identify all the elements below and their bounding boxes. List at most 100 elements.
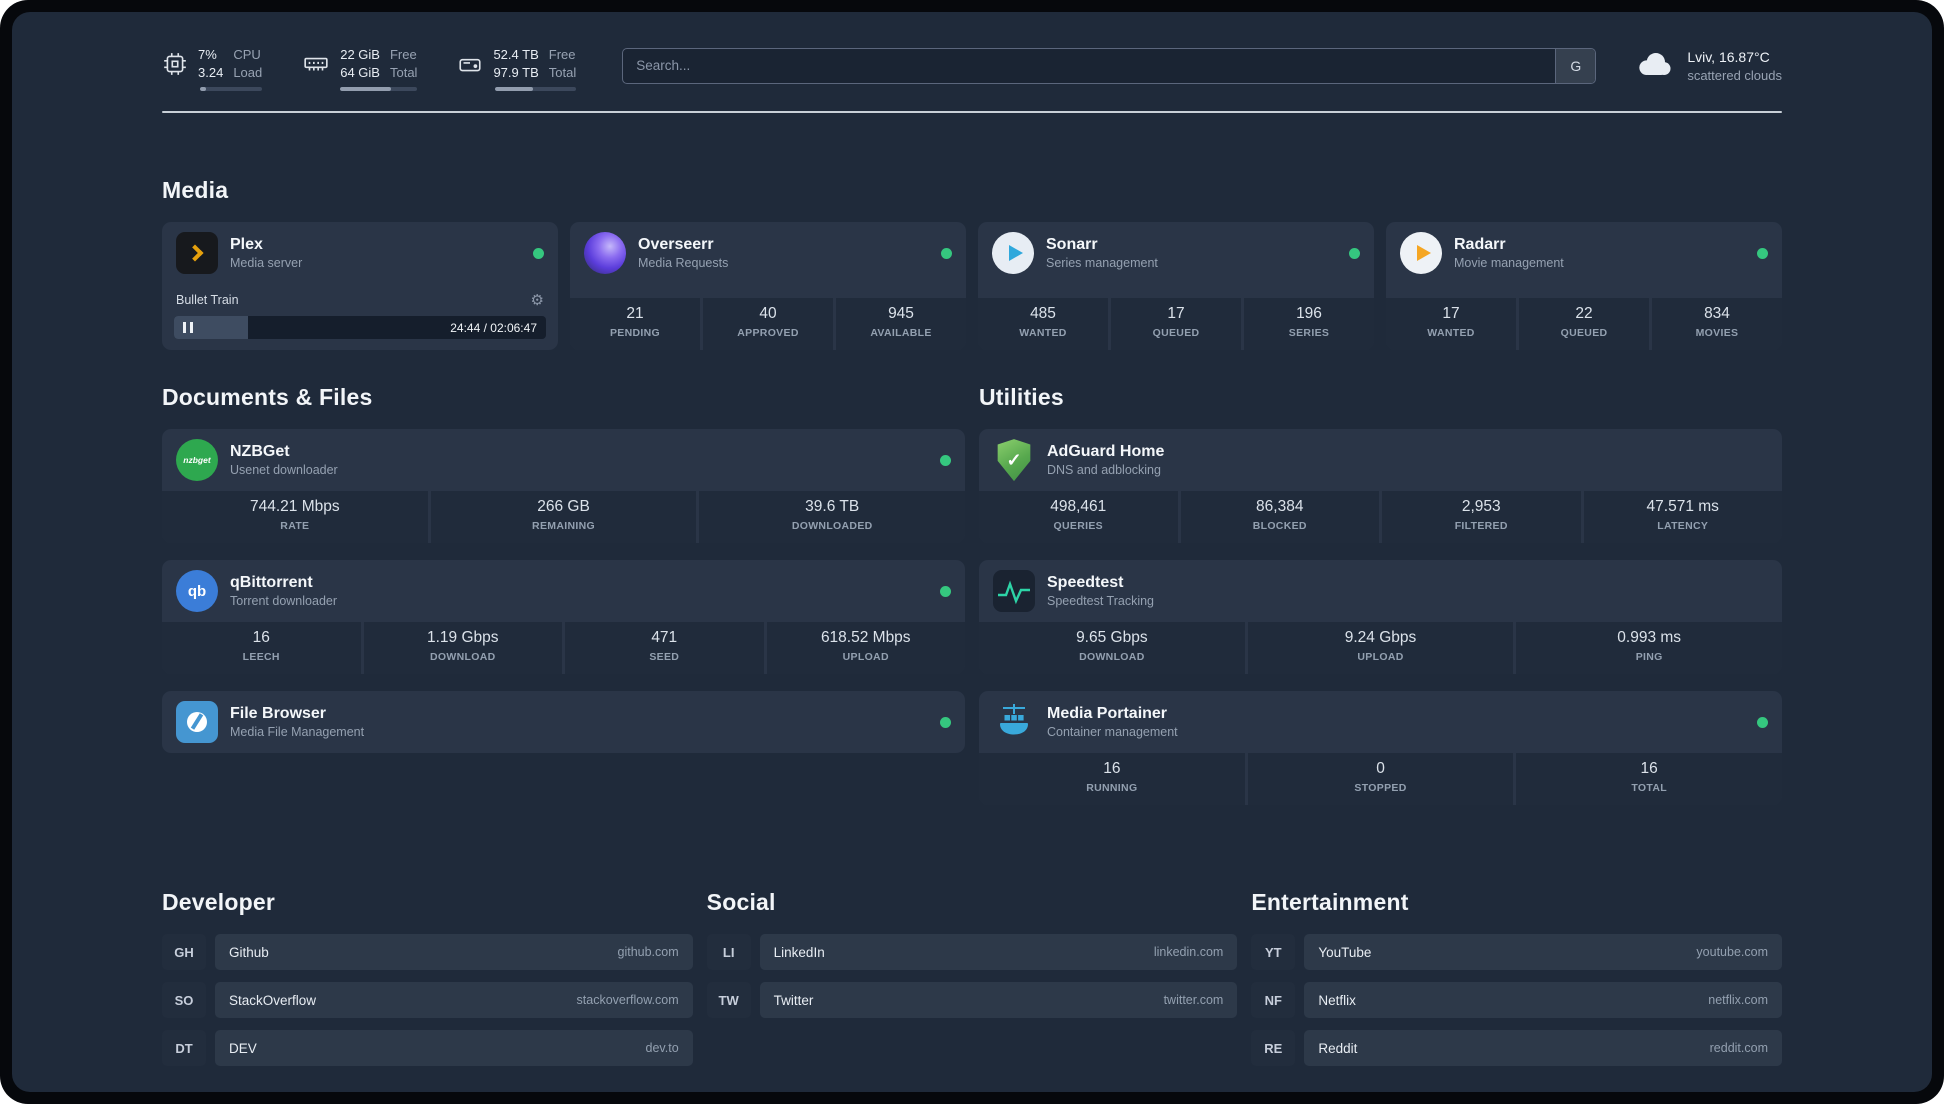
bookmark-name: Twitter [773,992,814,1008]
bookmark-reddit[interactable]: RE Reddit reddit.com [1251,1030,1782,1067]
cpu-chip-icon [162,51,188,77]
service-description: Media Requests [638,256,729,271]
bookmark-linkedin[interactable]: LI LinkedIn linkedin.com [706,934,1238,971]
stat-value: 17 [1442,305,1460,323]
stat-value: 9.24 Gbps [1344,629,1417,647]
cpu-label: CPU [233,47,261,62]
pause-icon[interactable] [183,322,193,334]
bookmark-domain: twitter.com [1163,993,1224,1008]
stat: 0.993 ms PING [1516,622,1782,675]
stat: 945 AVAILABLE [836,298,966,351]
section-title-entertainment: Entertainment [1251,889,1409,916]
stat: 17 WANTED [1386,298,1516,351]
stat-label: DOWNLOAD [429,651,496,664]
service-name: Sonarr [1046,235,1098,253]
stat: 0 STOPPED [1247,753,1514,806]
stat-value: 485 [1030,305,1056,323]
stat-label: SEED [649,651,680,664]
weather-condition: scattered clouds [1687,68,1782,84]
service-link-filebrowser[interactable]: File Browser Media File Management [162,691,965,753]
disk-label: Free [548,47,576,62]
stat-value: 498,461 [1050,498,1107,516]
bookmark-link[interactable]: Twitter twitter.com [759,982,1238,1019]
bookmark-stackoverflow[interactable]: SO StackOverflow stackoverflow.com [162,982,693,1019]
gear-icon[interactable]: ⚙ [531,291,544,309]
memory-label: Free [389,47,417,62]
search-input[interactable] [623,48,1556,83]
service-name: File Browser [230,704,327,722]
section-title-utilities: Utilities [979,384,1064,411]
search-provider-button[interactable]: G [1555,48,1596,83]
service-name: Overseerr [638,235,714,253]
stat: 21 PENDING [570,298,700,351]
bookmark-group-social: Social LI LinkedIn linkedin.com TW Twitt… [706,889,1238,1066]
stat: 9.65 Gbps DOWNLOAD [979,622,1245,675]
stat: 1.19 Gbps DOWNLOAD [363,622,562,675]
bookmark-link[interactable]: Github github.com [215,934,693,971]
status-indicator [941,247,952,259]
stat-label: DOWNLOAD [1079,651,1145,664]
service-card-adguard: ✓ AdGuard Home DNS and adblocking 498,46… [979,429,1782,544]
bookmark-abbr: NF [1251,982,1296,1019]
playback-progress-bar[interactable]: 24:44 / 02:06:47 [174,316,546,340]
bookmark-abbr: GH [162,934,206,971]
adguard-shield-icon: ✓ [993,439,1035,482]
status-indicator [1757,716,1768,728]
service-link-speedtest[interactable]: Speedtest Speedtest Tracking [979,560,1782,622]
stat-label: BLOCKED [1252,520,1307,533]
service-link-qbittorrent[interactable]: qb qBittorrent Torrent downloader [162,560,965,622]
bookmark-link[interactable]: LinkedIn linkedin.com [759,934,1238,971]
service-name: Plex [230,235,263,253]
stat-label: QUEUED [1560,327,1608,340]
service-link-adguard[interactable]: ✓ AdGuard Home DNS and adblocking [979,429,1782,491]
stat: 266 GB REMAINING [430,491,697,544]
stat-label: DOWNLOADED [791,520,873,533]
stat: 16 LEECH [162,622,361,675]
stat: 498,461 QUERIES [979,491,1178,544]
service-link-sonarr[interactable]: Sonarr Series management [978,222,1374,284]
bookmark-link[interactable]: StackOverflow stackoverflow.com [215,982,693,1019]
service-link-portainer[interactable]: Media Portainer Container management [979,691,1782,753]
service-link-plex[interactable]: Plex Media server [162,222,558,284]
bookmark-youtube[interactable]: YT YouTube youtube.com [1251,934,1782,971]
stat-label: LATENCY [1657,520,1709,533]
disk-free: 52.4 TB [493,47,539,62]
bookmark-github[interactable]: GH Github github.com [162,934,693,971]
section-title-documents: Documents & Files [162,384,373,411]
service-card-speedtest: Speedtest Speedtest Tracking 9.65 Gbps DO… [979,560,1782,675]
service-description: Speedtest Tracking [1047,594,1155,609]
section-utilities: Utilities ✓ AdGuard Home DNS and adblock… [979,384,1782,806]
service-link-overseerr[interactable]: Overseerr Media Requests [570,222,966,284]
service-description: Series management [1046,256,1158,271]
playback-time: 24:44 / 02:06:47 [450,320,537,335]
bookmark-netflix[interactable]: NF Netflix netflix.com [1251,982,1782,1019]
service-name: qBittorrent [230,573,313,591]
stat: 2,953 FILTERED [1382,491,1581,544]
stat: 22 QUEUED [1519,298,1649,351]
service-link-radarr[interactable]: Radarr Movie management [1386,222,1782,284]
stat-label: PENDING [609,327,661,340]
service-description: Media File Management [230,725,365,740]
stat-value: 2,953 [1461,498,1501,516]
portainer-crane-icon [993,701,1035,743]
bookmark-name: Github [229,944,269,960]
service-link-nzbget[interactable]: nzbget NZBGet Usenet downloader [162,429,965,491]
bookmark-link[interactable]: YouTube youtube.com [1304,934,1782,971]
bookmark-link[interactable]: Netflix netflix.com [1304,982,1782,1019]
stat-label: FILTERED [1454,520,1508,533]
stat-value: 86,384 [1256,498,1304,516]
status-indicator [940,454,951,466]
service-description: Movie management [1454,256,1564,271]
stat-label: APPROVED [737,327,799,340]
bookmark-abbr: SO [162,982,206,1019]
bookmark-twitter[interactable]: TW Twitter twitter.com [706,982,1238,1019]
bookmark-link[interactable]: DEV dev.to [215,1030,693,1067]
stat-label: WANTED [1427,327,1475,340]
service-name: Radarr [1454,235,1506,253]
stat-label: REMAINING [532,520,595,533]
bookmark-link[interactable]: Reddit reddit.com [1304,1030,1782,1067]
cpu-widget: 7% 3.24 CPU Load [162,46,263,92]
bookmark-dev[interactable]: DT DEV dev.to [162,1030,693,1067]
weather-widget[interactable]: Lviv, 16.87°C scattered clouds [1632,48,1782,88]
memory-label2: Total [389,64,418,80]
